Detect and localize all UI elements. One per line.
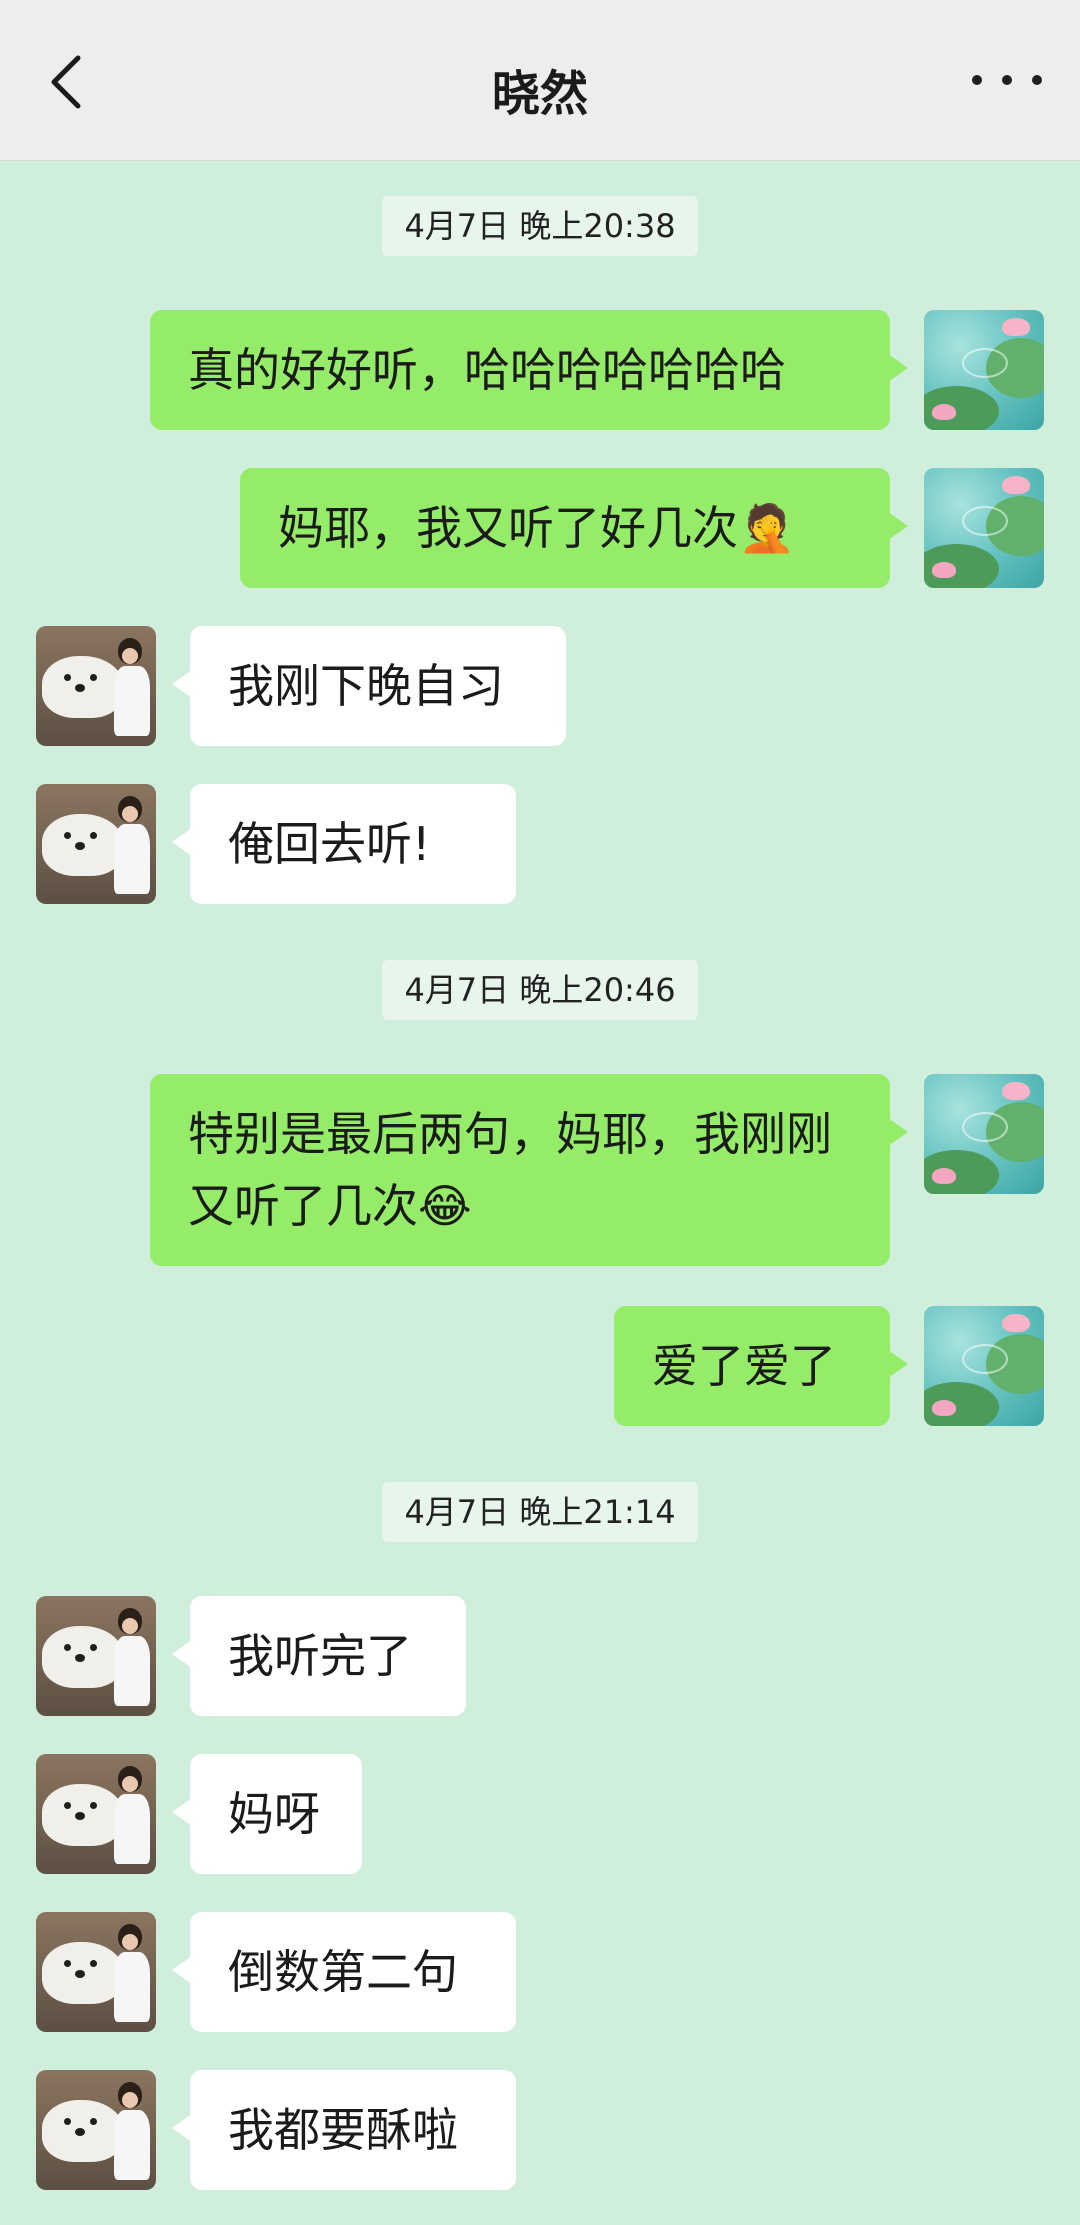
- message-bubble-peer[interactable]: 妈呀: [172, 1754, 362, 1874]
- message-bubble-peer[interactable]: 我刚下晚自习: [172, 626, 566, 746]
- message-text: 我都要酥啦: [228, 2103, 458, 2157]
- message-bubble-peer[interactable]: 我都要酥啦: [172, 2070, 516, 2190]
- message-text: 妈呀: [228, 1787, 320, 1841]
- timestamp: 4月7日 晚上20:46: [0, 960, 1080, 1020]
- message-bubble-peer[interactable]: 倒数第二句: [172, 1912, 516, 2032]
- message-bubble-self[interactable]: 特别是最后两句，妈耶，我刚刚又听了几次😂: [150, 1074, 908, 1266]
- message-bubble-peer[interactable]: 俺回去听!: [172, 784, 516, 904]
- message-text: 妈耶，我又听了好几次🤦: [278, 501, 796, 555]
- contact-avatar[interactable]: [36, 2070, 156, 2190]
- message-text: 真的好好听，哈哈哈哈哈哈哈: [188, 343, 786, 397]
- more-dot: [1002, 75, 1012, 85]
- message-text: 我刚下晚自习: [228, 659, 504, 713]
- contact-avatar[interactable]: [36, 1754, 156, 1874]
- message-bubble-self[interactable]: 妈耶，我又听了好几次🤦: [240, 468, 908, 588]
- chat-header: 晓然: [0, 0, 1080, 161]
- message-text: 我听完了: [228, 1629, 412, 1683]
- message-bubble-self[interactable]: 真的好好听，哈哈哈哈哈哈哈: [150, 310, 908, 430]
- more-options-button[interactable]: [972, 62, 1042, 98]
- message-bubble-peer[interactable]: 我听完了: [172, 1596, 466, 1716]
- contact-avatar[interactable]: [36, 784, 156, 904]
- message-text: 俺回去听!: [228, 817, 431, 871]
- my-avatar[interactable]: [924, 1306, 1044, 1426]
- timestamp: 4月7日 晚上21:14: [0, 1482, 1080, 1542]
- message-bubble-self[interactable]: 爱了爱了: [614, 1306, 908, 1426]
- more-dot: [972, 75, 982, 85]
- timestamp-label: 4月7日 晚上20:46: [382, 960, 698, 1020]
- message-text: 特别是最后两句，妈耶，我刚刚又听了几次😂: [188, 1107, 832, 1233]
- my-avatar[interactable]: [924, 468, 1044, 588]
- message-text: 倒数第二句: [228, 1945, 458, 1999]
- chat-title: 晓然: [491, 66, 588, 122]
- more-dot: [1032, 75, 1042, 85]
- timestamp: 4月7日 晚上20:38: [0, 196, 1080, 256]
- message-text: 爱了爱了: [652, 1339, 836, 1393]
- contact-avatar[interactable]: [36, 626, 156, 746]
- timestamp-label: 4月7日 晚上20:38: [382, 196, 698, 256]
- contact-avatar[interactable]: [36, 1912, 156, 2032]
- contact-avatar[interactable]: [36, 1596, 156, 1716]
- timestamp-label: 4月7日 晚上21:14: [382, 1482, 698, 1542]
- my-avatar[interactable]: [924, 310, 1044, 430]
- my-avatar[interactable]: [924, 1074, 1044, 1194]
